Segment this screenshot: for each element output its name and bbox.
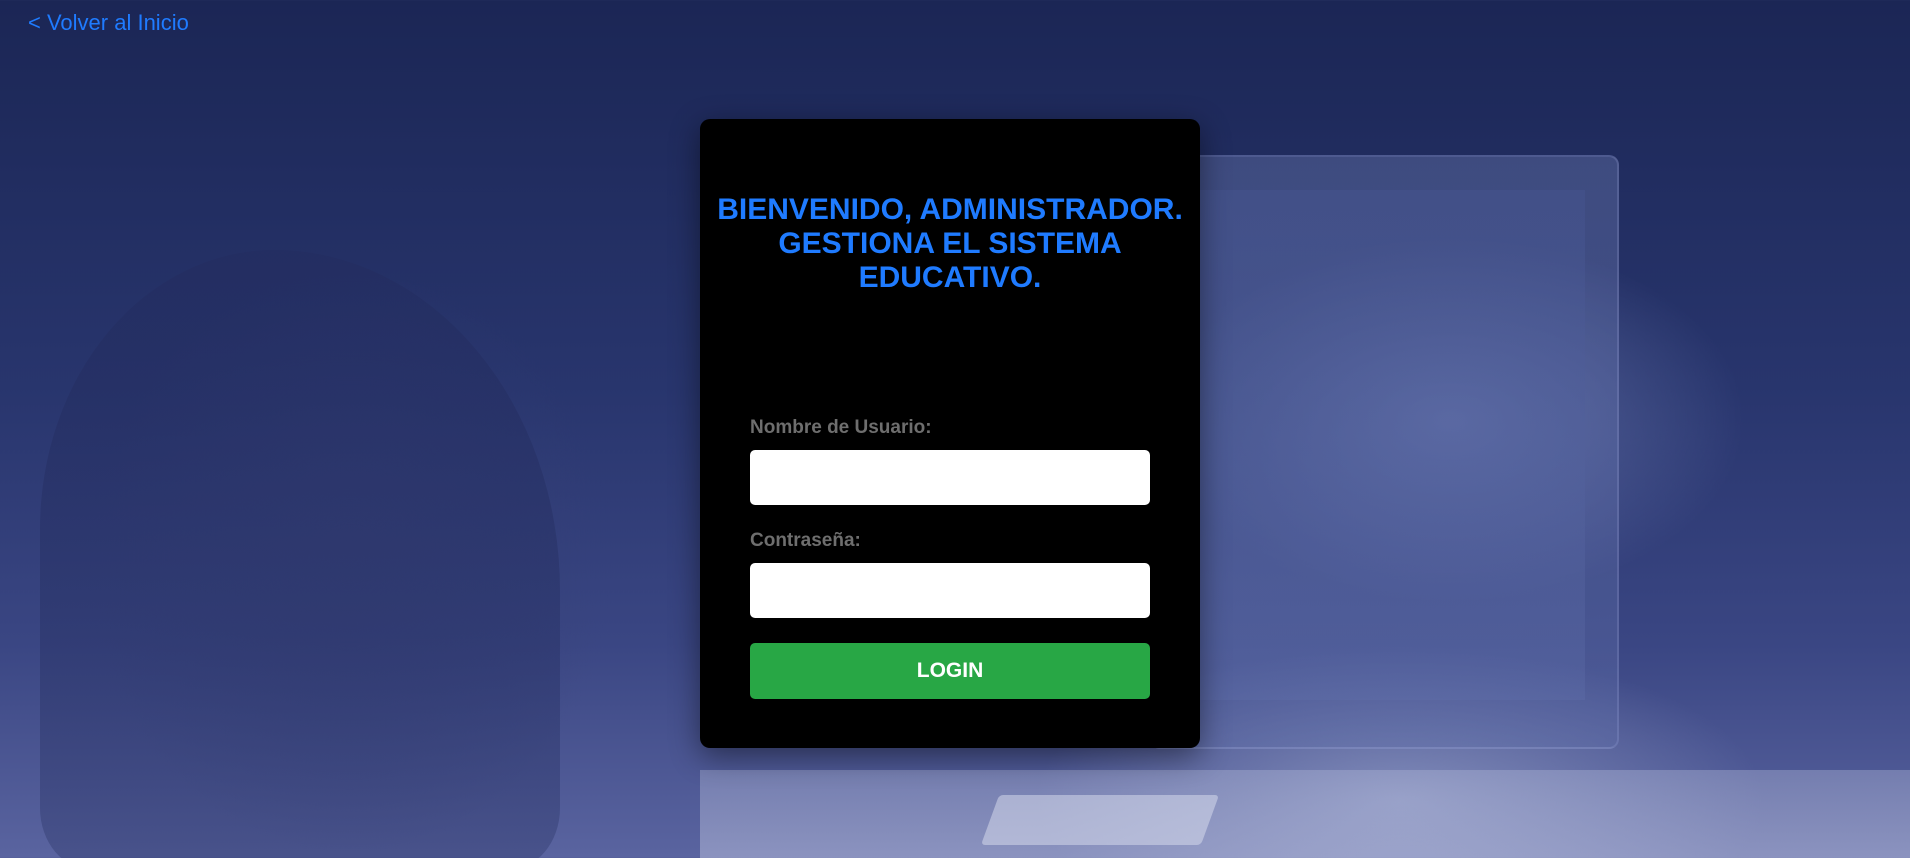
background-photo-person: [40, 250, 560, 858]
background-photo-screen: [1185, 190, 1585, 700]
background-photo-desk: [700, 770, 1910, 858]
back-to-home-link[interactable]: < Volver al Inicio: [28, 10, 189, 36]
welcome-title: BIENVENIDO, ADMINISTRADOR. GESTIONA EL S…: [717, 193, 1183, 294]
login-button[interactable]: LOGIN: [750, 643, 1150, 699]
username-label: Nombre de Usuario:: [750, 417, 932, 438]
username-input[interactable]: [750, 450, 1150, 505]
login-card: BIENVENIDO, ADMINISTRADOR. GESTIONA EL S…: [700, 119, 1200, 748]
password-input[interactable]: [750, 563, 1150, 618]
password-label: Contraseña:: [750, 530, 861, 551]
background-photo-keyboard: [980, 795, 1220, 845]
